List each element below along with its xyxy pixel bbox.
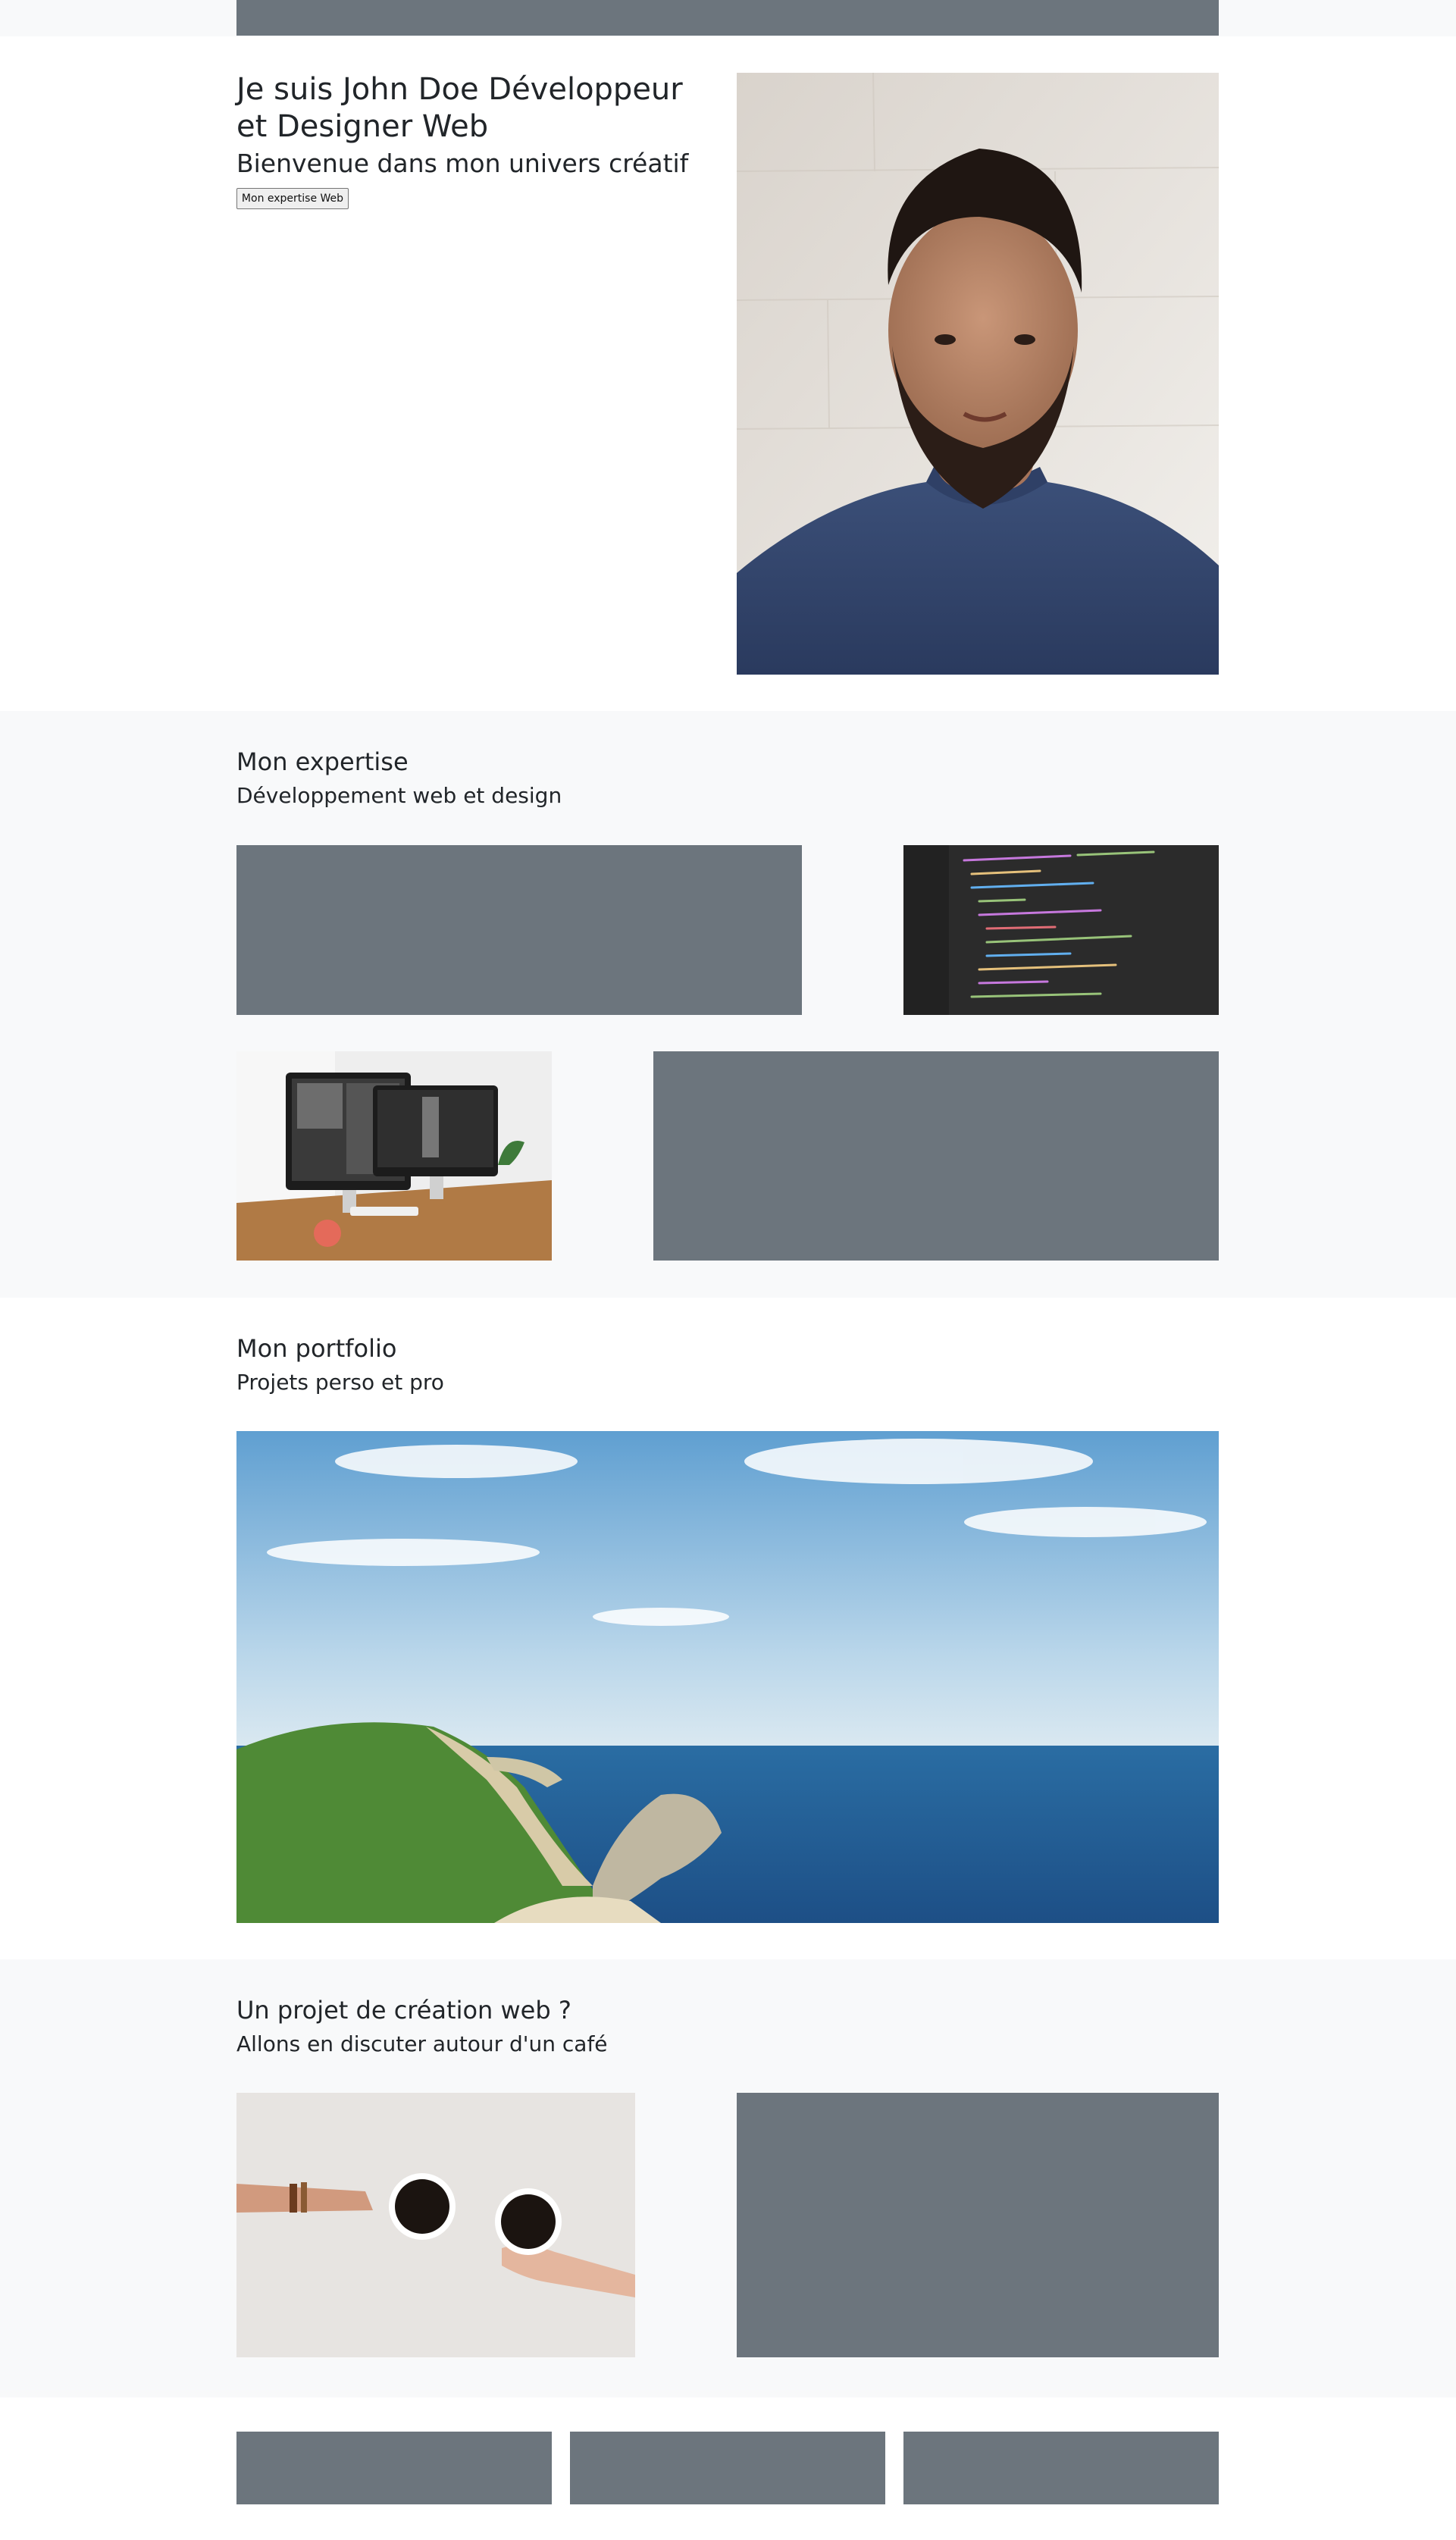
expertise-button[interactable]: Mon expertise Web: [236, 188, 349, 209]
footer-placeholder-block-3: [903, 2432, 1219, 2504]
portfolio-title: Mon portfolio: [236, 1334, 397, 1363]
contact-placeholder-block: [737, 2093, 1219, 2357]
expertise-subtitle: Développement web et design: [236, 783, 562, 808]
hero-subtitle: Bienvenue dans mon univers créatif: [236, 149, 689, 178]
portfolio-subtitle: Projets perso et pro: [236, 1370, 444, 1395]
top-placeholder-block: [236, 0, 1219, 36]
expertise-section: Mon expertise Développement web et desig…: [0, 711, 1456, 1298]
hero-title: Je suis John Doe Développeur et Designer…: [236, 72, 683, 144]
top-band: [0, 0, 1456, 36]
portfolio-section: Mon portfolio Projets perso et pro: [0, 1298, 1456, 1959]
code-editor-photo-icon: [903, 845, 1219, 1015]
expertise-placeholder-block: [236, 845, 802, 1015]
desk-computers-photo-icon: [236, 1051, 552, 1261]
expertise-placeholder-block-2: [653, 1051, 1219, 1261]
footer-placeholder-block-2: [570, 2432, 885, 2504]
contact-section: Un projet de création web ? Allons en di…: [0, 1959, 1456, 2397]
contact-subtitle: Allons en discuter autour d'un café: [236, 2031, 608, 2056]
footer-section: [0, 2397, 1456, 2540]
expertise-title: Mon expertise: [236, 747, 409, 776]
contact-title: Un projet de création web ?: [236, 1996, 571, 2025]
coffee-cups-photo-icon: [236, 2093, 635, 2357]
hero-section: Je suis John Doe Développeur et Designer…: [0, 36, 1456, 711]
portrait-photo-icon: [737, 73, 1219, 675]
footer-placeholder-block-1: [236, 2432, 552, 2504]
coastline-landscape-photo-icon: [236, 1431, 1219, 1923]
